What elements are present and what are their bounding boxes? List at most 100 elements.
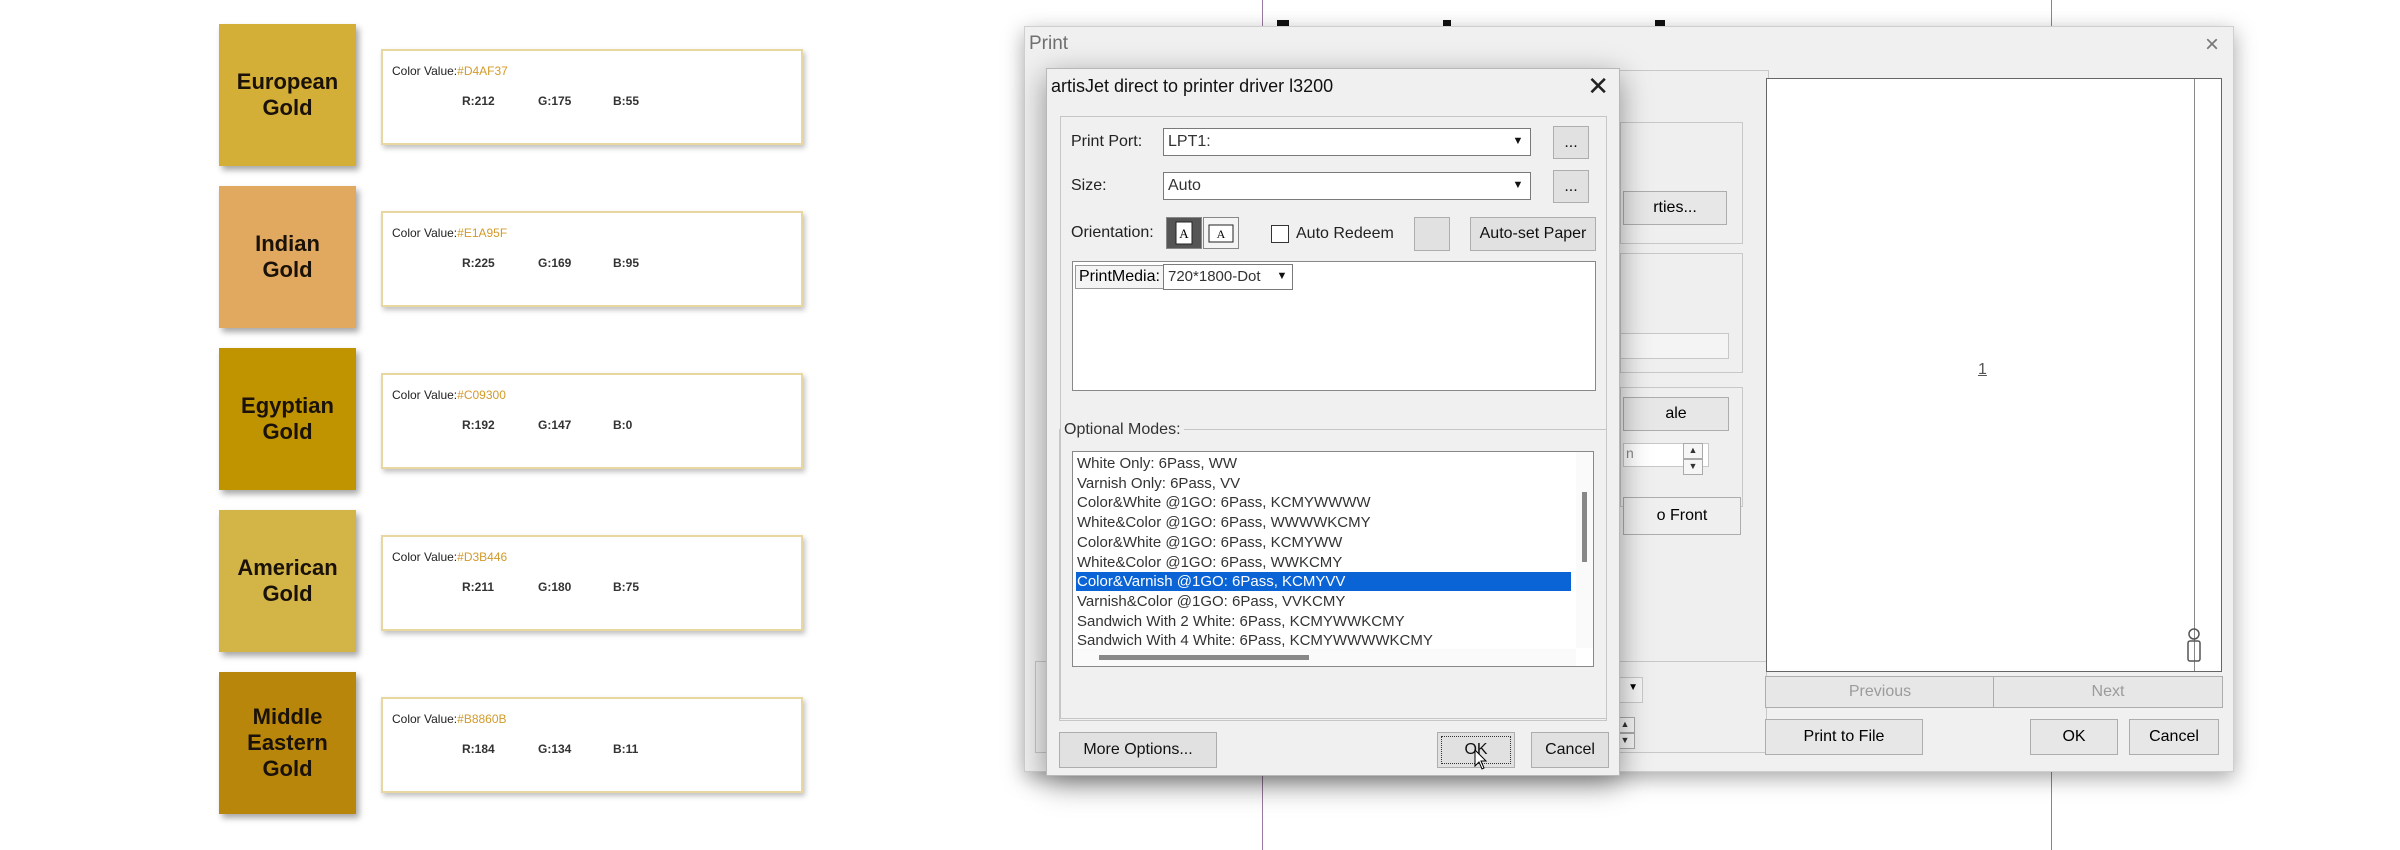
gold-color-swatch: Indian Gold — [219, 186, 356, 328]
optional-mode-item[interactable]: Color&Varnish @1GO: 6Pass, KCMYVV — [1076, 572, 1571, 592]
spin-up-icon[interactable]: ▲ — [1683, 443, 1703, 459]
print-to-file-label: Print to File — [1803, 728, 1885, 745]
size-value: Auto — [1168, 177, 1201, 194]
browse-label: ... — [1564, 133, 1578, 151]
print-bg-field — [1620, 333, 1729, 359]
dialog-cancel-button[interactable]: Cancel — [1531, 732, 1609, 768]
landscape-icon: A — [1208, 224, 1234, 243]
swatch-name-line: Indian — [255, 231, 320, 256]
gold-swatch-row: Middle Eastern Gold Color Value:#B8860B R:18… — [219, 672, 804, 814]
color-value-text: Color Value:#D3B446 — [392, 550, 507, 564]
portrait-orientation-button[interactable]: A — [1166, 217, 1202, 249]
optional-mode-item[interactable]: White&Color @1GO: 6Pass, WWKCMY — [1076, 553, 1571, 572]
optional-mode-item[interactable]: Varnish Only: 6Pass, VV — [1076, 474, 1571, 493]
swatch-name-line: Gold — [262, 257, 313, 282]
auto-set-paper-button[interactable]: Auto-set Paper — [1470, 217, 1596, 251]
color-value-card: Color Value:#E1A95F R:225 G:169 B:95 — [381, 211, 803, 307]
optional-mode-item[interactable]: Sandwich With 4 White: 6Pass, KCMYWWWWKC… — [1076, 631, 1571, 650]
swatch-name-line: Egyptian — [241, 393, 334, 418]
print-bg-group-2 — [1620, 122, 1743, 244]
optional-mode-item[interactable]: White Only: 6Pass, WW — [1076, 454, 1571, 473]
green-value: G:134 — [538, 742, 572, 756]
print-ok-label: OK — [2062, 728, 2086, 745]
orientation-label: Orientation: — [1071, 224, 1154, 241]
close-icon[interactable]: × — [2205, 31, 2219, 59]
preview-page-number: 1 — [1978, 361, 1987, 378]
horizontal-scrollbar[interactable] — [1073, 649, 1576, 666]
print-media-panel: PrintMedia: 720*1800-Dot ▼ — [1072, 261, 1596, 391]
person-icon[interactable] — [2185, 627, 2203, 663]
auto-redeem-browse-button[interactable] — [1414, 217, 1450, 251]
swatch-name-line: Gold — [262, 419, 313, 444]
previous-label: Previous — [1848, 683, 1912, 700]
color-value-label: Color Value: — [392, 550, 458, 564]
close-icon[interactable]: ✕ — [1587, 71, 1609, 102]
properties-button[interactable]: rties... — [1623, 191, 1727, 225]
optional-mode-item[interactable]: Color&White @1GO: 6Pass, KCMYWWWW — [1076, 493, 1571, 512]
gold-color-swatch: Middle Eastern Gold — [219, 672, 356, 814]
print-ok-button[interactable]: OK — [2030, 719, 2118, 755]
blue-value: B:55 — [613, 94, 640, 108]
more-options-button[interactable]: More Options... — [1059, 732, 1217, 768]
print-window-title: Print — [1029, 33, 1069, 54]
chevron-down-icon[interactable]: ▼ — [1507, 130, 1529, 152]
next-button[interactable]: Next — [1993, 676, 2223, 708]
swatch-name-line: European — [236, 69, 339, 94]
optional-mode-item[interactable]: White&Color @1GO: 6Pass, WWWWKCMY — [1076, 513, 1571, 532]
scale-button[interactable]: ale — [1623, 397, 1729, 431]
swatch-name-line: Middle — [252, 704, 323, 729]
swatch-name-line: American — [237, 555, 338, 580]
chevron-down-icon[interactable]: ▼ — [1273, 266, 1291, 286]
green-value: G:147 — [538, 418, 572, 432]
previous-button[interactable]: Previous — [1765, 676, 1995, 708]
red-value: R:212 — [462, 94, 495, 108]
color-value-card: Color Value:#D3B446 R:211 G:180 B:75 — [381, 535, 803, 631]
print-cancel-button[interactable]: Cancel — [2129, 719, 2219, 755]
print-port-browse-button[interactable]: ... — [1553, 126, 1589, 159]
green-value: G:175 — [538, 94, 572, 108]
gold-swatch-row: American Gold Color Value:#D3B446 R:211 G:18… — [219, 510, 804, 652]
dialog-cancel-label: Cancel — [1545, 741, 1595, 758]
portrait-icon: A — [1175, 221, 1193, 245]
browse-label: ... — [1564, 177, 1578, 195]
auto-redeem-checkbox[interactable] — [1271, 225, 1289, 243]
spin-down-icon[interactable]: ▼ — [1683, 459, 1703, 475]
color-value-card: Color Value:#C09300 R:192 G:147 B:0 — [381, 373, 803, 469]
print-media-value: 720*1800-Dot — [1168, 268, 1261, 285]
size-select[interactable]: Auto ▼ — [1163, 172, 1531, 200]
landscape-orientation-button[interactable]: A — [1203, 217, 1239, 249]
optional-mode-item[interactable]: Color&White @1GO: 6Pass, KCMYWW — [1076, 533, 1571, 552]
red-value: R:211 — [462, 580, 495, 594]
print-media-select[interactable]: 720*1800-Dot ▼ — [1163, 264, 1293, 290]
size-browse-button[interactable]: ... — [1553, 170, 1589, 203]
size-label: Size: — [1071, 177, 1107, 194]
color-value-label: Color Value: — [392, 226, 458, 240]
auto-redeem-label: Auto Redeem — [1296, 225, 1394, 242]
optional-modes-listbox[interactable]: White&Color&Varnish @1GO: 6Pass, WWKCMYV… — [1072, 451, 1594, 667]
green-value: G:169 — [538, 256, 572, 270]
optional-modes-label: Optional Modes: — [1061, 421, 1184, 439]
color-value-label: Color Value: — [392, 64, 458, 78]
print-port-select[interactable]: LPT1: ▼ — [1163, 128, 1531, 156]
scale-label: ale — [1665, 405, 1687, 422]
gold-color-swatch: European Gold — [219, 24, 356, 166]
print-to-file-button[interactable]: Print to File — [1765, 719, 1923, 755]
red-value: R:192 — [462, 418, 495, 432]
bring-to-front-button[interactable]: o Front — [1623, 497, 1741, 535]
print-port-label: Print Port: — [1071, 133, 1143, 150]
chevron-down-icon[interactable]: ▼ — [1507, 174, 1529, 196]
swatch-name-line: Gold — [262, 756, 313, 781]
print-preview-area: 1 — [1766, 78, 2222, 672]
blue-value: B:0 — [613, 418, 633, 432]
red-value: R:184 — [462, 742, 495, 756]
optional-mode-item[interactable]: Varnish&Color @1GO: 6Pass, VVKCMY — [1076, 592, 1571, 611]
red-value: R:225 — [462, 256, 495, 270]
color-hex-value: #D3B446 — [457, 550, 508, 564]
mouse-cursor-icon — [1474, 749, 1488, 770]
vertical-scrollbar[interactable] — [1576, 452, 1593, 648]
bring-to-front-label: o Front — [1656, 507, 1708, 524]
color-value-text: Color Value:#E1A95F — [392, 226, 507, 240]
blue-value: B:11 — [613, 742, 639, 756]
swatch-name-line: Gold — [262, 95, 313, 120]
optional-mode-item[interactable]: Sandwich With 2 White: 6Pass, KCMYWWKCMY — [1076, 612, 1571, 631]
